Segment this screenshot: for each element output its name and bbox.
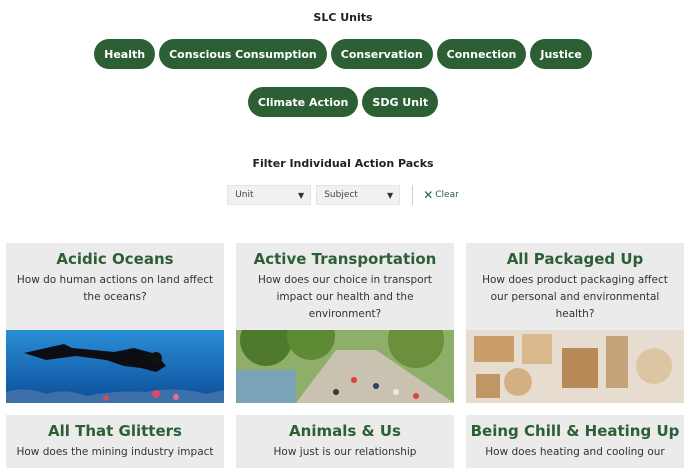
action-pack-card[interactable]: Active Transportation How does our choic…: [236, 243, 454, 403]
unit-pill-climate-action[interactable]: Climate Action: [247, 87, 359, 117]
unit-pill-conscious-consumption[interactable]: Conscious Consumption: [159, 39, 327, 69]
card-description: How does our choice in transport impact …: [257, 274, 433, 320]
unit-pill-health[interactable]: Health: [94, 39, 156, 69]
unit-pills-row: Health Conscious Consumption Conservatio…: [0, 39, 686, 69]
unit-pill-sdg-unit[interactable]: SDG Unit: [362, 87, 439, 117]
filter-section-title: Filter Individual Action Packs: [252, 157, 434, 170]
card-title: All Packaged Up: [506, 250, 644, 268]
subject-select-value: Subject: [324, 190, 358, 200]
card-description: How just is our relationship: [273, 446, 417, 458]
unit-pills-row: Climate Action SDG Unit: [0, 87, 686, 117]
clear-filters-button[interactable]: ✕ Clear: [423, 189, 459, 201]
unit-pill-conservation[interactable]: Conservation: [330, 39, 433, 69]
card-description: How does the mining industry impact: [16, 446, 214, 458]
card-title: All That Glitters: [48, 422, 182, 440]
card-description: How does heating and cooling our: [485, 446, 665, 458]
action-pack-card[interactable]: Being Chill & Heating Up How does heatin…: [466, 415, 684, 468]
action-pack-card[interactable]: All Packaged Up How does product packagi…: [466, 243, 684, 403]
chevron-down-icon: ▼: [298, 190, 305, 200]
subject-select[interactable]: Subject ▼: [316, 185, 401, 205]
unit-pill-justice[interactable]: Justice: [530, 39, 592, 69]
card-image: [6, 330, 224, 403]
clear-label: Clear: [435, 190, 459, 200]
filter-bar: Unit ▼ Subject ▼ ✕ Clear: [0, 185, 686, 205]
card-title: Active Transportation: [253, 250, 437, 268]
filter-divider: [412, 185, 414, 205]
unit-select-value: Unit: [235, 190, 254, 200]
card-title: Acidic Oceans: [56, 250, 174, 268]
close-icon: ✕: [423, 188, 434, 202]
card-title: Being Chill & Heating Up: [470, 422, 680, 440]
unit-select[interactable]: Unit ▼: [227, 185, 312, 205]
card-image: [236, 330, 454, 403]
card-description: How does product packaging affect our pe…: [482, 274, 668, 320]
action-pack-card[interactable]: Acidic Oceans How do human actions on la…: [6, 243, 224, 403]
card-description: How do human actions on land affect the …: [16, 274, 214, 303]
chevron-down-icon: ▼: [387, 190, 394, 200]
card-title: Animals & Us: [289, 422, 401, 440]
card-image: [466, 330, 684, 403]
action-pack-card[interactable]: All That Glitters How does the mining in…: [6, 415, 224, 468]
unit-pill-connection[interactable]: Connection: [436, 39, 527, 69]
units-section-title: SLC Units: [313, 11, 373, 24]
action-pack-card[interactable]: Animals & Us How just is our relationshi…: [236, 415, 454, 468]
